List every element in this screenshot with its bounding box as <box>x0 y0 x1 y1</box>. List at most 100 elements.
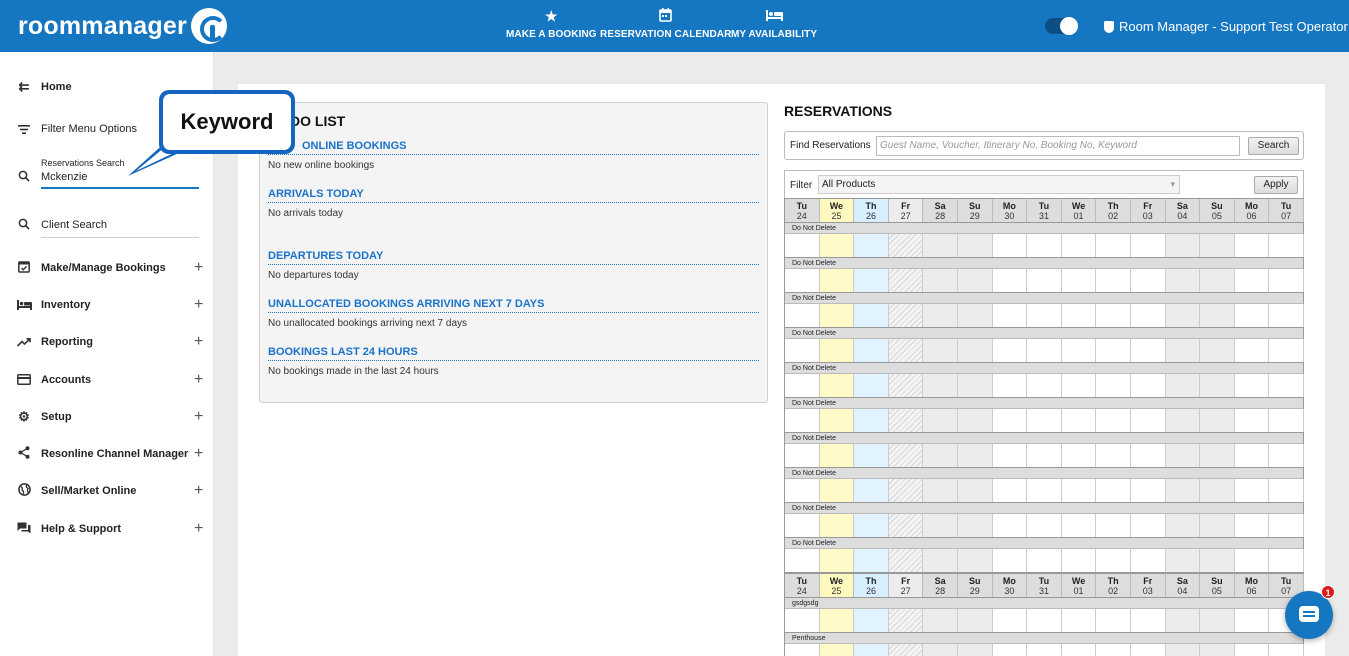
availability-cell[interactable] <box>1269 234 1304 257</box>
availability-cell[interactable] <box>888 479 924 502</box>
availability-cell[interactable] <box>1096 479 1131 502</box>
availability-cell[interactable] <box>1130 609 1166 632</box>
expand-plus-icon[interactable]: + <box>194 520 203 538</box>
availability-cell[interactable] <box>1061 479 1097 502</box>
availability-cell[interactable] <box>854 374 889 397</box>
availability-cell[interactable] <box>957 644 993 656</box>
todo-section-heading[interactable]: ONLINE BOOKINGS <box>268 140 759 155</box>
find-reservations-input[interactable]: Guest Name, Voucher, Itinerary No, Booki… <box>876 136 1240 156</box>
availability-cell[interactable] <box>992 339 1028 362</box>
availability-cell[interactable] <box>1027 304 1062 327</box>
availability-cell[interactable] <box>1096 269 1131 292</box>
availability-cell[interactable] <box>992 609 1028 632</box>
availability-cell[interactable] <box>1130 374 1166 397</box>
availability-cell[interactable] <box>1027 269 1062 292</box>
availability-cell[interactable] <box>819 304 855 327</box>
availability-cell[interactable] <box>819 609 855 632</box>
availability-cell[interactable] <box>819 234 855 257</box>
availability-cell[interactable] <box>1234 479 1270 502</box>
availability-cell[interactable] <box>819 374 855 397</box>
availability-cell[interactable] <box>785 339 820 362</box>
availability-cell[interactable] <box>957 514 993 537</box>
availability-cell[interactable] <box>819 644 855 656</box>
availability-cell[interactable] <box>785 479 820 502</box>
availability-cell[interactable] <box>957 549 993 572</box>
availability-cell[interactable] <box>854 339 889 362</box>
availability-cell[interactable] <box>888 644 924 656</box>
availability-cell[interactable] <box>957 409 993 432</box>
availability-cell[interactable] <box>1027 514 1062 537</box>
availability-cell[interactable] <box>785 609 820 632</box>
availability-cell[interactable] <box>1200 644 1235 656</box>
expand-plus-icon[interactable]: + <box>194 333 203 351</box>
expand-plus-icon[interactable]: + <box>194 408 203 426</box>
availability-cell[interactable] <box>1269 514 1304 537</box>
availability-cell[interactable] <box>819 269 855 292</box>
todo-section-heading[interactable]: UNALLOCATED BOOKINGS ARRIVING NEXT 7 DAY… <box>268 298 759 313</box>
availability-cell[interactable] <box>1200 479 1235 502</box>
availability-cell[interactable] <box>1234 409 1270 432</box>
availability-cell[interactable] <box>992 479 1028 502</box>
availability-cell[interactable] <box>1130 409 1166 432</box>
availability-cell[interactable] <box>888 269 924 292</box>
availability-cell[interactable] <box>854 514 889 537</box>
nav-make-a-booking[interactable]: ★ MAKE A BOOKING <box>506 8 597 40</box>
availability-cell[interactable] <box>1165 479 1201 502</box>
availability-cell[interactable] <box>1234 269 1270 292</box>
availability-cell[interactable] <box>1027 549 1062 572</box>
apply-button[interactable]: Apply <box>1254 176 1298 194</box>
availability-cell[interactable] <box>923 549 958 572</box>
availability-cell[interactable] <box>1130 514 1166 537</box>
availability-cell[interactable] <box>819 444 855 467</box>
availability-cell[interactable] <box>888 549 924 572</box>
sidebar-item-sell-market-online[interactable]: Sell/Market Online + <box>0 481 214 501</box>
expand-plus-icon[interactable]: + <box>194 296 203 314</box>
availability-cell[interactable] <box>888 374 924 397</box>
availability-cell[interactable] <box>1234 234 1270 257</box>
availability-cell[interactable] <box>1061 644 1097 656</box>
availability-cell[interactable] <box>888 444 924 467</box>
sidebar-item-reporting[interactable]: Reporting + <box>0 332 214 352</box>
todo-section-heading[interactable]: ARRIVALS TODAY <box>268 188 759 203</box>
availability-cell[interactable] <box>819 409 855 432</box>
availability-cell[interactable] <box>1061 444 1097 467</box>
availability-cell[interactable] <box>1165 234 1201 257</box>
availability-cell[interactable] <box>957 269 993 292</box>
availability-cell[interactable] <box>1027 234 1062 257</box>
availability-cell[interactable] <box>1096 374 1131 397</box>
availability-cell[interactable] <box>1096 409 1131 432</box>
availability-cell[interactable] <box>1200 549 1235 572</box>
availability-cell[interactable] <box>923 269 958 292</box>
availability-cell[interactable] <box>1130 644 1166 656</box>
availability-cell[interactable] <box>1269 479 1304 502</box>
availability-cell[interactable] <box>1234 374 1270 397</box>
availability-cell[interactable] <box>957 374 993 397</box>
availability-cell[interactable] <box>1165 609 1201 632</box>
nav-reservation-calendar[interactable]: RESERVATION CALENDAR <box>600 8 731 40</box>
availability-cell[interactable] <box>1096 444 1131 467</box>
availability-cell[interactable] <box>957 444 993 467</box>
availability-cell[interactable] <box>923 514 958 537</box>
availability-cell[interactable] <box>1234 339 1270 362</box>
availability-cell[interactable] <box>1269 374 1304 397</box>
availability-cell[interactable] <box>957 304 993 327</box>
availability-cell[interactable] <box>1130 549 1166 572</box>
availability-cell[interactable] <box>1234 514 1270 537</box>
availability-cell[interactable] <box>1234 549 1270 572</box>
availability-cell[interactable] <box>1200 514 1235 537</box>
availability-cell[interactable] <box>785 444 820 467</box>
availability-cell[interactable] <box>1027 409 1062 432</box>
nav-my-availability[interactable]: MY AVAILABILITY <box>731 8 817 40</box>
availability-cell[interactable] <box>992 549 1028 572</box>
availability-cell[interactable] <box>957 234 993 257</box>
availability-cell[interactable] <box>1269 644 1304 656</box>
availability-cell[interactable] <box>854 269 889 292</box>
availability-cell[interactable] <box>1234 444 1270 467</box>
availability-cell[interactable] <box>992 444 1028 467</box>
availability-cell[interactable] <box>785 304 820 327</box>
availability-cell[interactable] <box>1234 304 1270 327</box>
availability-cell[interactable] <box>819 479 855 502</box>
availability-cell[interactable] <box>1061 409 1097 432</box>
availability-cell[interactable] <box>1200 374 1235 397</box>
availability-cell[interactable] <box>923 609 958 632</box>
